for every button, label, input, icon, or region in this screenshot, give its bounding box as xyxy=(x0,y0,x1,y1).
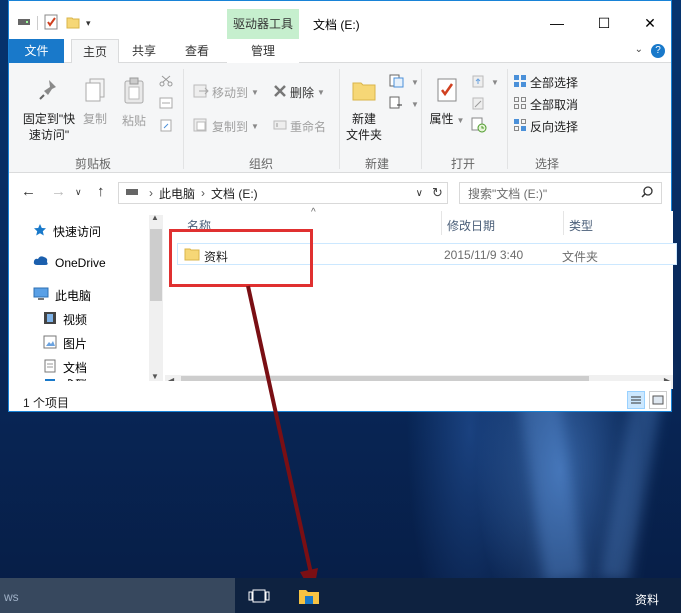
taskbar: ws 资料 xyxy=(0,578,681,613)
taskbar-search-box[interactable]: ws xyxy=(0,578,235,613)
taskbar-pinned-label[interactable]: 资料 xyxy=(635,591,659,608)
file-explorer-taskbar-icon[interactable] xyxy=(298,586,320,609)
annotation-arrow xyxy=(246,285,318,595)
task-view-icon[interactable] xyxy=(248,588,270,607)
